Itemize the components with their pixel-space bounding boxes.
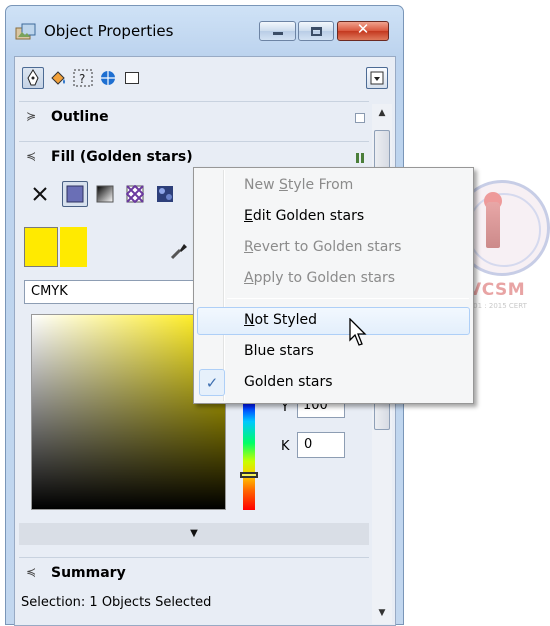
menu-item-label: Golden stars xyxy=(244,374,333,390)
minimize-icon xyxy=(273,32,283,35)
close-button[interactable]: ✕ xyxy=(337,20,389,41)
menu-item-blue-stars[interactable]: Blue stars xyxy=(197,338,470,366)
vector-pattern-icon xyxy=(126,185,144,203)
expand-fill-options-button[interactable]: ▼ xyxy=(19,523,369,545)
scroll-down-icon[interactable]: ▼ xyxy=(372,604,392,622)
menu-item-new-style-from[interactable]: New Style From xyxy=(197,172,470,200)
fill-tab-button[interactable] xyxy=(47,67,69,89)
object-properties-app-icon xyxy=(15,23,36,40)
summary-section-title: Summary xyxy=(51,565,126,581)
flyout-menu-button[interactable] xyxy=(366,67,388,89)
fill-type-row xyxy=(27,181,207,213)
outline-tab-button[interactable] xyxy=(22,67,44,89)
current-color-swatch xyxy=(24,227,58,267)
color-model-select[interactable]: CMYK xyxy=(24,280,214,304)
section-toggle-icon[interactable] xyxy=(355,113,365,123)
expand-chevron-icon: ≽ xyxy=(26,109,37,123)
fountain-fill-button[interactable] xyxy=(92,181,118,207)
menu-item-not-styled[interactable]: Not Styled xyxy=(197,307,470,335)
style-context-menu: New Style From Edit Golden stars Revert … xyxy=(193,167,474,404)
fountain-fill-icon xyxy=(96,185,114,203)
bitmap-pattern-icon xyxy=(157,186,173,202)
internet-tab-button[interactable] xyxy=(97,67,119,89)
uniform-fill-button[interactable] xyxy=(62,181,88,207)
hue-slider-handle[interactable] xyxy=(240,472,258,478)
menu-item-label: Not Styled xyxy=(244,312,318,328)
eyedropper-icon[interactable] xyxy=(168,240,190,262)
hue-slider[interactable] xyxy=(243,402,255,510)
properties-toolbar: ? xyxy=(15,57,395,100)
minimize-button[interactable] xyxy=(259,21,296,41)
new-color-swatch xyxy=(60,227,87,267)
summary-section-header[interactable]: ≼ Summary xyxy=(19,557,369,589)
flyout-menu-icon xyxy=(370,71,384,85)
fill-section-title: Fill (Golden stars) xyxy=(51,149,193,165)
menu-item-revert-to-golden-stars[interactable]: Revert to Golden stars xyxy=(197,234,470,262)
close-icon: ✕ xyxy=(356,20,370,38)
collapse-chevron-icon: ≼ xyxy=(26,149,37,163)
menu-item-label: Apply to Golden stars xyxy=(244,270,396,286)
section-pin-icon[interactable] xyxy=(356,153,364,163)
k-label: K xyxy=(281,439,290,454)
collapse-chevron-icon: ≼ xyxy=(26,565,37,579)
internet-icon xyxy=(101,71,115,85)
uniform-fill-icon xyxy=(66,185,84,203)
scroll-up-icon[interactable]: ▲ xyxy=(372,104,392,122)
menu-item-label: New Style From xyxy=(244,177,354,193)
vector-pattern-button[interactable] xyxy=(122,181,148,207)
menu-item-label: Edit Golden stars xyxy=(244,208,365,224)
mouse-cursor-icon xyxy=(349,318,367,346)
maximize-icon xyxy=(311,27,322,36)
character-icon: ? xyxy=(73,69,93,87)
menu-item-apply-to-golden-stars[interactable]: Apply to Golden stars xyxy=(197,265,470,293)
svg-text:?: ? xyxy=(79,72,85,86)
checkmark-icon: ✓ xyxy=(199,369,225,396)
title-bar[interactable]: Object Properties ✕ xyxy=(6,6,403,56)
frame-icon xyxy=(125,72,139,84)
menu-item-edit-golden-stars[interactable]: Edit Golden stars xyxy=(197,203,470,231)
menu-item-label: Revert to Golden stars xyxy=(244,239,402,255)
character-tab-button[interactable]: ? xyxy=(72,67,94,89)
no-fill-button[interactable] xyxy=(27,181,53,207)
maximize-button[interactable] xyxy=(298,21,334,41)
fill-bucket-icon xyxy=(51,71,65,85)
frame-tab-button[interactable] xyxy=(121,67,143,89)
menu-separator xyxy=(227,298,469,299)
window-title: Object Properties xyxy=(44,22,174,40)
outline-section-title: Outline xyxy=(51,109,109,125)
outline-pen-icon xyxy=(27,69,39,86)
menu-item-golden-stars[interactable]: ✓ Golden stars xyxy=(197,369,470,397)
no-fill-icon xyxy=(33,187,47,201)
bitmap-pattern-button[interactable] xyxy=(152,181,178,207)
menu-item-label: Blue stars xyxy=(244,343,314,359)
selection-status: Selection: 1 Objects Selected xyxy=(21,595,212,610)
torch-icon xyxy=(486,202,500,248)
outline-section-header[interactable]: ≽ Outline xyxy=(19,101,369,133)
black-value-field[interactable]: 0 xyxy=(297,432,345,458)
